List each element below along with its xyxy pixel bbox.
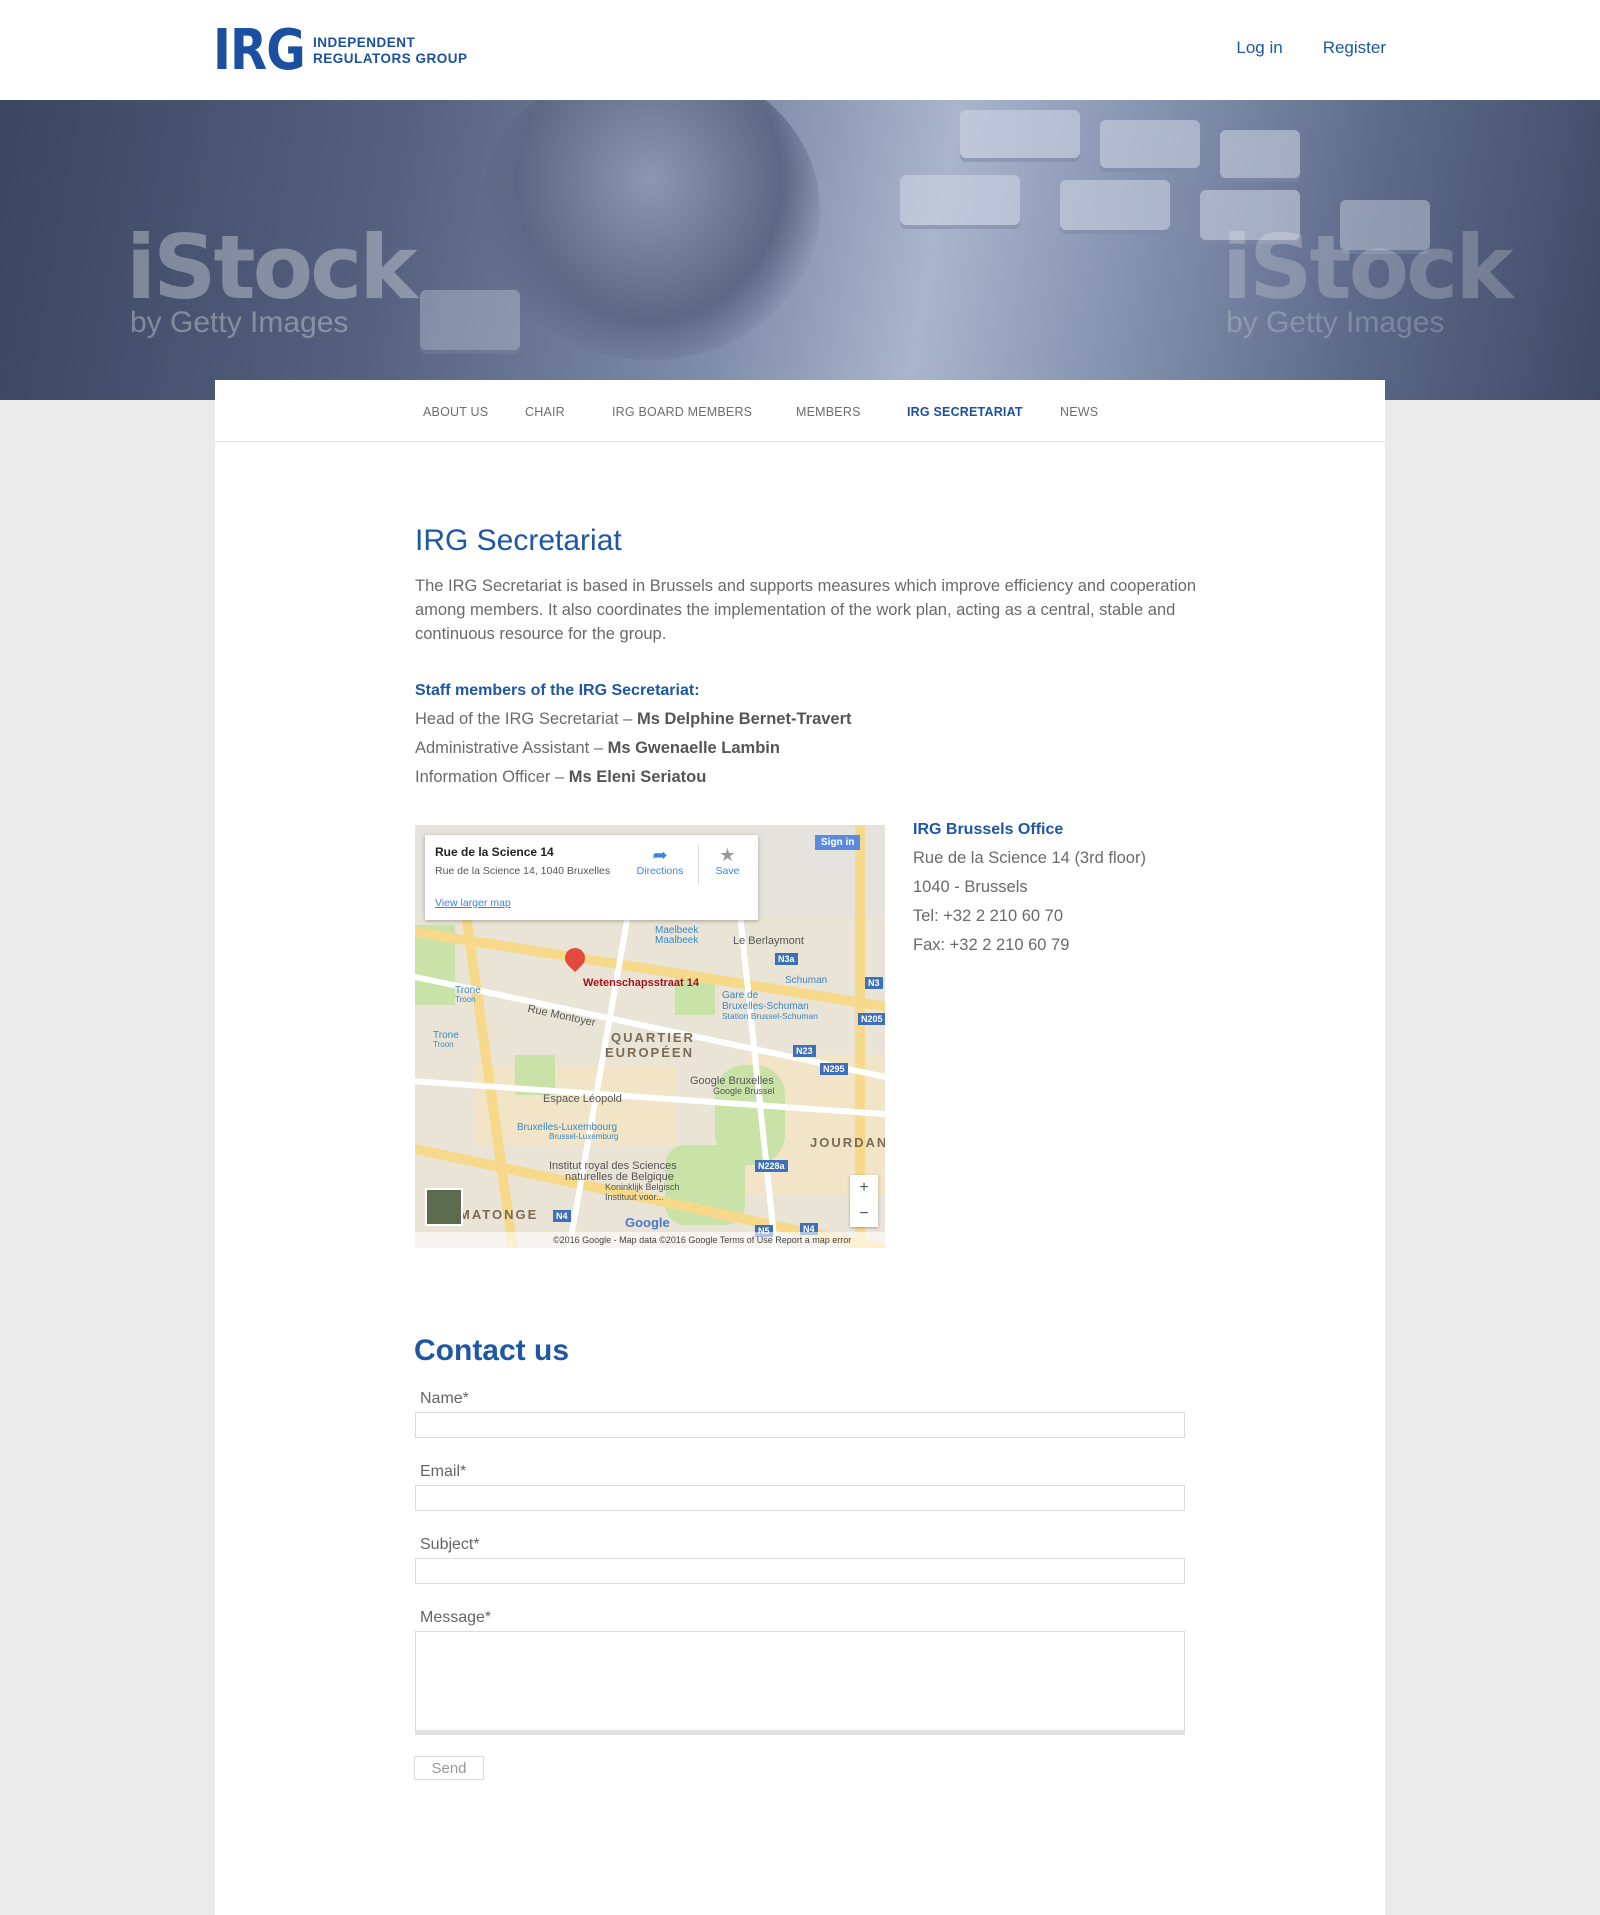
office-city: 1040 - Brussels [913, 878, 1028, 896]
name-label: Name* [420, 1390, 469, 1407]
logo-text: INDEPENDENT REGULATORS GROUP [313, 35, 468, 67]
map-label: Maalbeek [655, 935, 699, 946]
map-attribution[interactable]: ©2016 Google - Map data ©2016 Google Ter… [415, 1232, 885, 1248]
map-label: Troon [455, 995, 476, 1004]
office-fax: Fax: +32 2 210 60 79 [913, 936, 1070, 954]
account-links: Log in Register [1236, 38, 1386, 58]
map-label: MATONGE [459, 1207, 539, 1222]
road-badge: N205 [858, 1013, 885, 1025]
directions-button[interactable]: ➦ Directions [630, 845, 690, 877]
nav-news[interactable]: NEWS [1060, 405, 1098, 419]
logo-line-2: REGULATORS GROUP [313, 51, 468, 66]
popup-title: Rue de la Science 14 [435, 845, 554, 859]
logo-line-1: INDEPENDENT [313, 35, 416, 50]
map-label: Schuman [785, 975, 828, 986]
nav-about-us[interactable]: ABOUT US [423, 405, 488, 419]
office-title: IRG Brussels Office [913, 821, 1064, 838]
staff-row: Administrative Assistant – Ms Gwenaelle … [415, 739, 780, 758]
hero-key [420, 290, 520, 350]
map-label: Troon [433, 1040, 454, 1049]
pin-label: Wetenschapsstraat 14 [583, 977, 699, 989]
istock-watermark-left: iStock by Getty Images [126, 216, 418, 338]
map-label: Google Brussel [713, 1086, 775, 1096]
map-label: Instituut voor... [605, 1192, 664, 1202]
map-info-popup: Rue de la Science 14 Rue de la Science 1… [425, 835, 758, 920]
map-label: JOURDAN [810, 1135, 885, 1150]
road-badge: N4 [553, 1210, 571, 1222]
register-link[interactable]: Register [1323, 38, 1386, 58]
staff-name: Ms Delphine Bernet-Travert [636, 710, 852, 728]
hero-finger [480, 100, 820, 360]
email-field[interactable] [415, 1485, 1185, 1511]
staff-role: Administrative Assistant – [415, 739, 608, 757]
popup-address: Rue de la Science 14, 1040 Bruxelles [435, 865, 611, 877]
road-badge: N228a [755, 1160, 788, 1172]
name-field[interactable] [415, 1412, 1185, 1438]
send-button[interactable]: Send [414, 1756, 484, 1780]
nav-chair[interactable]: CHAIR [525, 405, 565, 419]
staff-role: Information Officer – [415, 768, 569, 786]
hero-key [1100, 120, 1200, 168]
map-label: Koninklijk Belgisch [605, 1182, 680, 1192]
irg-logo[interactable]: IRG INDEPENDENT REGULATORS GROUP [213, 18, 468, 83]
map-sign-in-button[interactable]: Sign in [815, 835, 861, 850]
map-label: QUARTIER [611, 1030, 695, 1045]
save-button[interactable]: ★ Save [705, 845, 750, 877]
staff-row: Head of the IRG Secretariat – Ms Delphin… [415, 710, 852, 729]
hero-key [960, 110, 1080, 158]
istock-watermark-right: iStock by Getty Images [1222, 216, 1514, 338]
zoom-control: + − [850, 1175, 878, 1227]
staff-name: Ms Eleni Seriatou [568, 768, 707, 786]
map-label: Gare de [722, 990, 759, 1001]
save-label: Save [715, 865, 740, 877]
message-label: Message* [420, 1609, 492, 1626]
road-badge: N23 [793, 1045, 816, 1057]
satellite-toggle[interactable] [425, 1188, 463, 1226]
google-map[interactable]: Le Berlaymont Maelbeek Maalbeek Schuman … [415, 825, 885, 1248]
staff-name: Ms Gwenaelle Lambin [607, 739, 780, 757]
road-badge: N3a [775, 953, 798, 965]
office-address: Rue de la Science 14 (3rd floor) [913, 849, 1146, 867]
login-link[interactable]: Log in [1236, 38, 1282, 58]
map-label: Le Berlaymont [733, 935, 804, 947]
popup-divider [698, 845, 699, 885]
map-label: Brussel-Luxemburg [549, 1132, 619, 1141]
email-label: Email* [420, 1463, 467, 1480]
intro-text: The IRG Secretariat is based in Brussels… [415, 577, 1197, 643]
content-card: ABOUT US CHAIR IRG BOARD MEMBERS MEMBERS… [215, 380, 1385, 1915]
map-label: Espace Léopold [543, 1093, 622, 1105]
watermark-main: iStock [126, 216, 418, 319]
nav-irg-board-members[interactable]: IRG BOARD MEMBERS [612, 405, 752, 419]
nav-members[interactable]: MEMBERS [796, 405, 861, 419]
logo-mark: IRG [213, 18, 306, 83]
nav-irg-secretariat[interactable]: IRG SECRETARIAT [907, 405, 1023, 419]
subject-label: Subject* [420, 1536, 480, 1553]
staff-role: Head of the IRG Secretariat – [415, 710, 637, 728]
site-header: IRG INDEPENDENT REGULATORS GROUP Log in … [0, 0, 1600, 100]
staff-heading: Staff members of the IRG Secretariat: [415, 682, 700, 699]
hero-key [1220, 130, 1300, 178]
page-title: IRG Secretariat [415, 524, 622, 557]
directions-label: Directions [636, 865, 684, 877]
zoom-in-button[interactable]: + [850, 1175, 878, 1201]
hero-key [900, 175, 1020, 225]
road-badge: N3 [865, 977, 883, 989]
subject-field[interactable] [415, 1558, 1185, 1584]
road-badge: N295 [820, 1063, 848, 1075]
hero-image: iStock by Getty Images iStock by Getty I… [0, 100, 1600, 400]
message-field[interactable] [415, 1631, 1185, 1735]
zoom-out-button[interactable]: − [850, 1201, 878, 1227]
main-nav: ABOUT US CHAIR IRG BOARD MEMBERS MEMBERS… [215, 380, 1385, 442]
google-logo: Google [625, 1215, 670, 1230]
office-tel: Tel: +32 2 210 60 70 [913, 907, 1063, 925]
view-larger-map-link[interactable]: View larger map [435, 897, 511, 909]
contact-title: Contact us [414, 1334, 570, 1367]
watermark-main: iStock [1222, 216, 1514, 319]
hero-key [1060, 180, 1170, 230]
staff-row: Information Officer – Ms Eleni Seriatou [415, 768, 706, 787]
directions-icon: ➦ [652, 845, 668, 865]
map-label: EUROPÉEN [605, 1045, 694, 1060]
star-icon: ★ [719, 845, 736, 865]
map-label: Station Brussel-Schuman [722, 1011, 818, 1021]
